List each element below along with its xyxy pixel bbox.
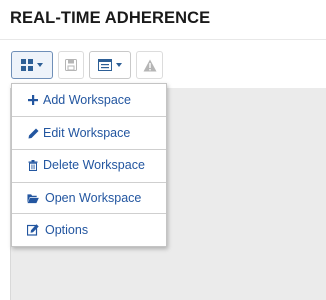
list-view-icon bbox=[98, 59, 112, 71]
menu-item-options[interactable]: Options bbox=[12, 214, 166, 246]
pencil-icon bbox=[27, 127, 39, 139]
chevron-down-icon bbox=[116, 63, 122, 67]
view-options-button[interactable] bbox=[89, 51, 131, 79]
menu-item-label: Delete Workspace bbox=[43, 158, 145, 172]
save-icon bbox=[65, 59, 77, 71]
workspace-menu-button[interactable] bbox=[11, 51, 53, 79]
save-button[interactable] bbox=[58, 51, 84, 79]
menu-item-edit-workspace[interactable]: Edit Workspace bbox=[12, 117, 166, 149]
warning-icon bbox=[143, 59, 157, 72]
workspace-dropdown-menu: Add Workspace Edit Workspace Delete Work… bbox=[11, 83, 167, 247]
page-title: REAL-TIME ADHERENCE bbox=[10, 9, 211, 27]
alerts-button[interactable] bbox=[136, 51, 163, 79]
menu-item-label: Add Workspace bbox=[43, 93, 132, 107]
chevron-down-icon bbox=[37, 63, 43, 67]
menu-item-label: Edit Workspace bbox=[43, 126, 131, 140]
menu-item-label: Options bbox=[45, 223, 89, 237]
edit-square-icon bbox=[27, 224, 39, 236]
menu-item-label: Open Workspace bbox=[45, 191, 142, 205]
trash-icon bbox=[27, 159, 39, 171]
page-header: REAL-TIME ADHERENCE bbox=[0, 0, 326, 40]
menu-item-delete-workspace[interactable]: Delete Workspace bbox=[12, 149, 166, 181]
plus-icon bbox=[27, 94, 39, 106]
menu-item-open-workspace[interactable]: Open Workspace bbox=[12, 182, 166, 214]
folder-open-icon bbox=[27, 192, 39, 204]
menu-item-add-workspace[interactable]: Add Workspace bbox=[12, 84, 166, 116]
grid-icon bbox=[21, 59, 33, 71]
